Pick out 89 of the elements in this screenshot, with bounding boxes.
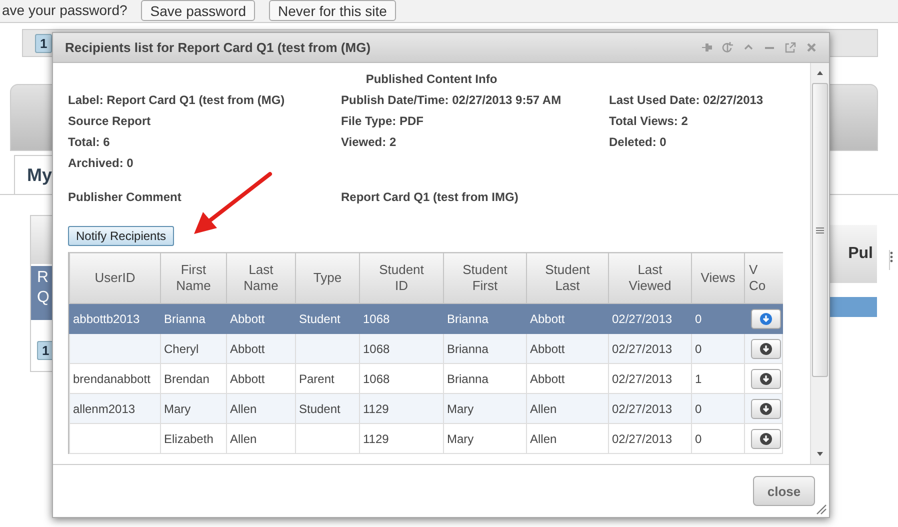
browser-button[interactable]: Never for this site	[269, 0, 396, 21]
download-button[interactable]	[751, 338, 781, 358]
download-button[interactable]	[751, 398, 781, 418]
comment-label: Publisher Comment	[68, 189, 182, 205]
table-cell: Brianna	[164, 312, 206, 326]
table-cell: Abbott	[230, 342, 265, 356]
selected-row	[827, 297, 877, 317]
table-cell: 0	[695, 432, 702, 446]
column-header: Pul	[827, 225, 877, 283]
download-button[interactable]	[751, 428, 781, 448]
table-cell: Allen	[230, 432, 257, 446]
table-cell: Brendan	[164, 372, 210, 386]
info-text: Viewed: 2	[341, 134, 398, 150]
grid-cell-text: R	[37, 268, 49, 288]
resize-handle-icon[interactable]	[815, 503, 827, 515]
download-button[interactable]	[751, 368, 781, 388]
info-text: Publish Date/Time: 02/27/2013 9:57 AM	[341, 92, 562, 108]
table-cell: Allen	[530, 432, 557, 446]
info-text: Deleted: 0	[609, 134, 668, 150]
table-cell: allenm2013	[73, 402, 136, 416]
table-cell: Mary	[164, 402, 191, 416]
download-icon	[760, 342, 772, 354]
table-cell: Cheryl	[164, 342, 199, 356]
download-icon	[760, 372, 772, 384]
table-cell: Student	[299, 402, 340, 416]
table-cell: Abbott	[230, 312, 265, 326]
table-cell: Abbott	[530, 342, 565, 356]
info-text: Label: Report Card Q1 (test from (MG)	[68, 92, 286, 108]
section-heading: Published Content Info	[364, 71, 498, 87]
grid-cell-text: Q	[37, 288, 50, 308]
table-cell: abbottb2013	[73, 312, 140, 326]
table-cell: Student	[299, 312, 340, 326]
info-text: Total Views: 2	[609, 113, 689, 129]
column-header[interactable]: First Name	[160, 252, 226, 304]
info-text: Archived: 0	[68, 155, 134, 171]
table-cell: 02/27/2013	[612, 312, 672, 326]
column-header[interactable]: Last Name	[226, 252, 296, 304]
table-cell: Mary	[447, 402, 474, 416]
table-cell: 1068	[363, 312, 390, 326]
table-cell: Elizabeth	[164, 432, 214, 446]
table-cell: 0	[695, 402, 702, 416]
table-cell: Mary	[447, 432, 474, 446]
table-cell: 02/27/2013	[612, 372, 672, 386]
table-cell: Allen	[230, 402, 257, 416]
table-cell: 02/27/2013	[612, 342, 672, 356]
table-cell: 1	[695, 372, 702, 386]
download-icon	[760, 402, 772, 414]
table-cell: Abbott	[530, 312, 565, 326]
table-cell: Allen	[530, 402, 557, 416]
page-button[interactable]: 1	[35, 34, 52, 52]
column-header[interactable]: Views	[692, 252, 744, 304]
table-cell: 0	[695, 312, 702, 326]
table-cell: Brianna	[447, 312, 488, 326]
comment-text: Report Card Q1 (test from IMG)	[341, 189, 520, 205]
info-text: Total: 6	[68, 134, 111, 150]
column-header[interactable]: Student First	[444, 252, 526, 304]
grip-icon[interactable]	[816, 226, 824, 234]
table-cell: 02/27/2013	[612, 402, 672, 416]
close-button[interactable]: close	[753, 476, 815, 506]
download-icon	[760, 312, 772, 324]
column-header[interactable]: V Co	[744, 252, 782, 304]
column-header[interactable]: UserID	[70, 252, 160, 304]
table-cell: 1129	[363, 402, 389, 416]
table-cell: 02/27/2013	[612, 432, 672, 446]
grip-icon[interactable]	[890, 251, 893, 263]
password-prompt: ave your password?	[2, 1, 128, 20]
info-text: Source Report	[68, 113, 152, 129]
column-header[interactable]: Last Viewed	[608, 252, 692, 304]
table-cell: Brianna	[447, 342, 488, 356]
table-cell: 1068	[363, 342, 390, 356]
download-button[interactable]	[751, 308, 781, 328]
table-cell: brendanabbott	[73, 372, 150, 386]
table-cell: Abbott	[230, 372, 265, 386]
scrollbar[interactable]	[810, 63, 829, 464]
column-header[interactable]: Student Last	[526, 252, 608, 304]
dialog-title: Recipients list for Report Card Q1 (test from (MG)	[65, 40, 372, 55]
table-cell: Brianna	[447, 372, 488, 386]
table-cell: 0	[695, 342, 702, 356]
table-cell: 1129	[363, 432, 389, 446]
notify-button[interactable]: Notify Recipients	[68, 226, 174, 246]
table-cell: Abbott	[530, 372, 565, 386]
table-cell: Parent	[299, 372, 334, 386]
info-text: File Type: PDF	[341, 113, 424, 129]
info-text: Last Used Date: 02/27/2013	[609, 92, 764, 108]
column-header[interactable]: Student ID	[360, 252, 444, 304]
browser-button[interactable]: Save password	[141, 0, 256, 21]
table-cell: 1068	[363, 372, 390, 386]
column-header[interactable]: Type	[296, 252, 360, 304]
download-icon	[760, 432, 772, 444]
